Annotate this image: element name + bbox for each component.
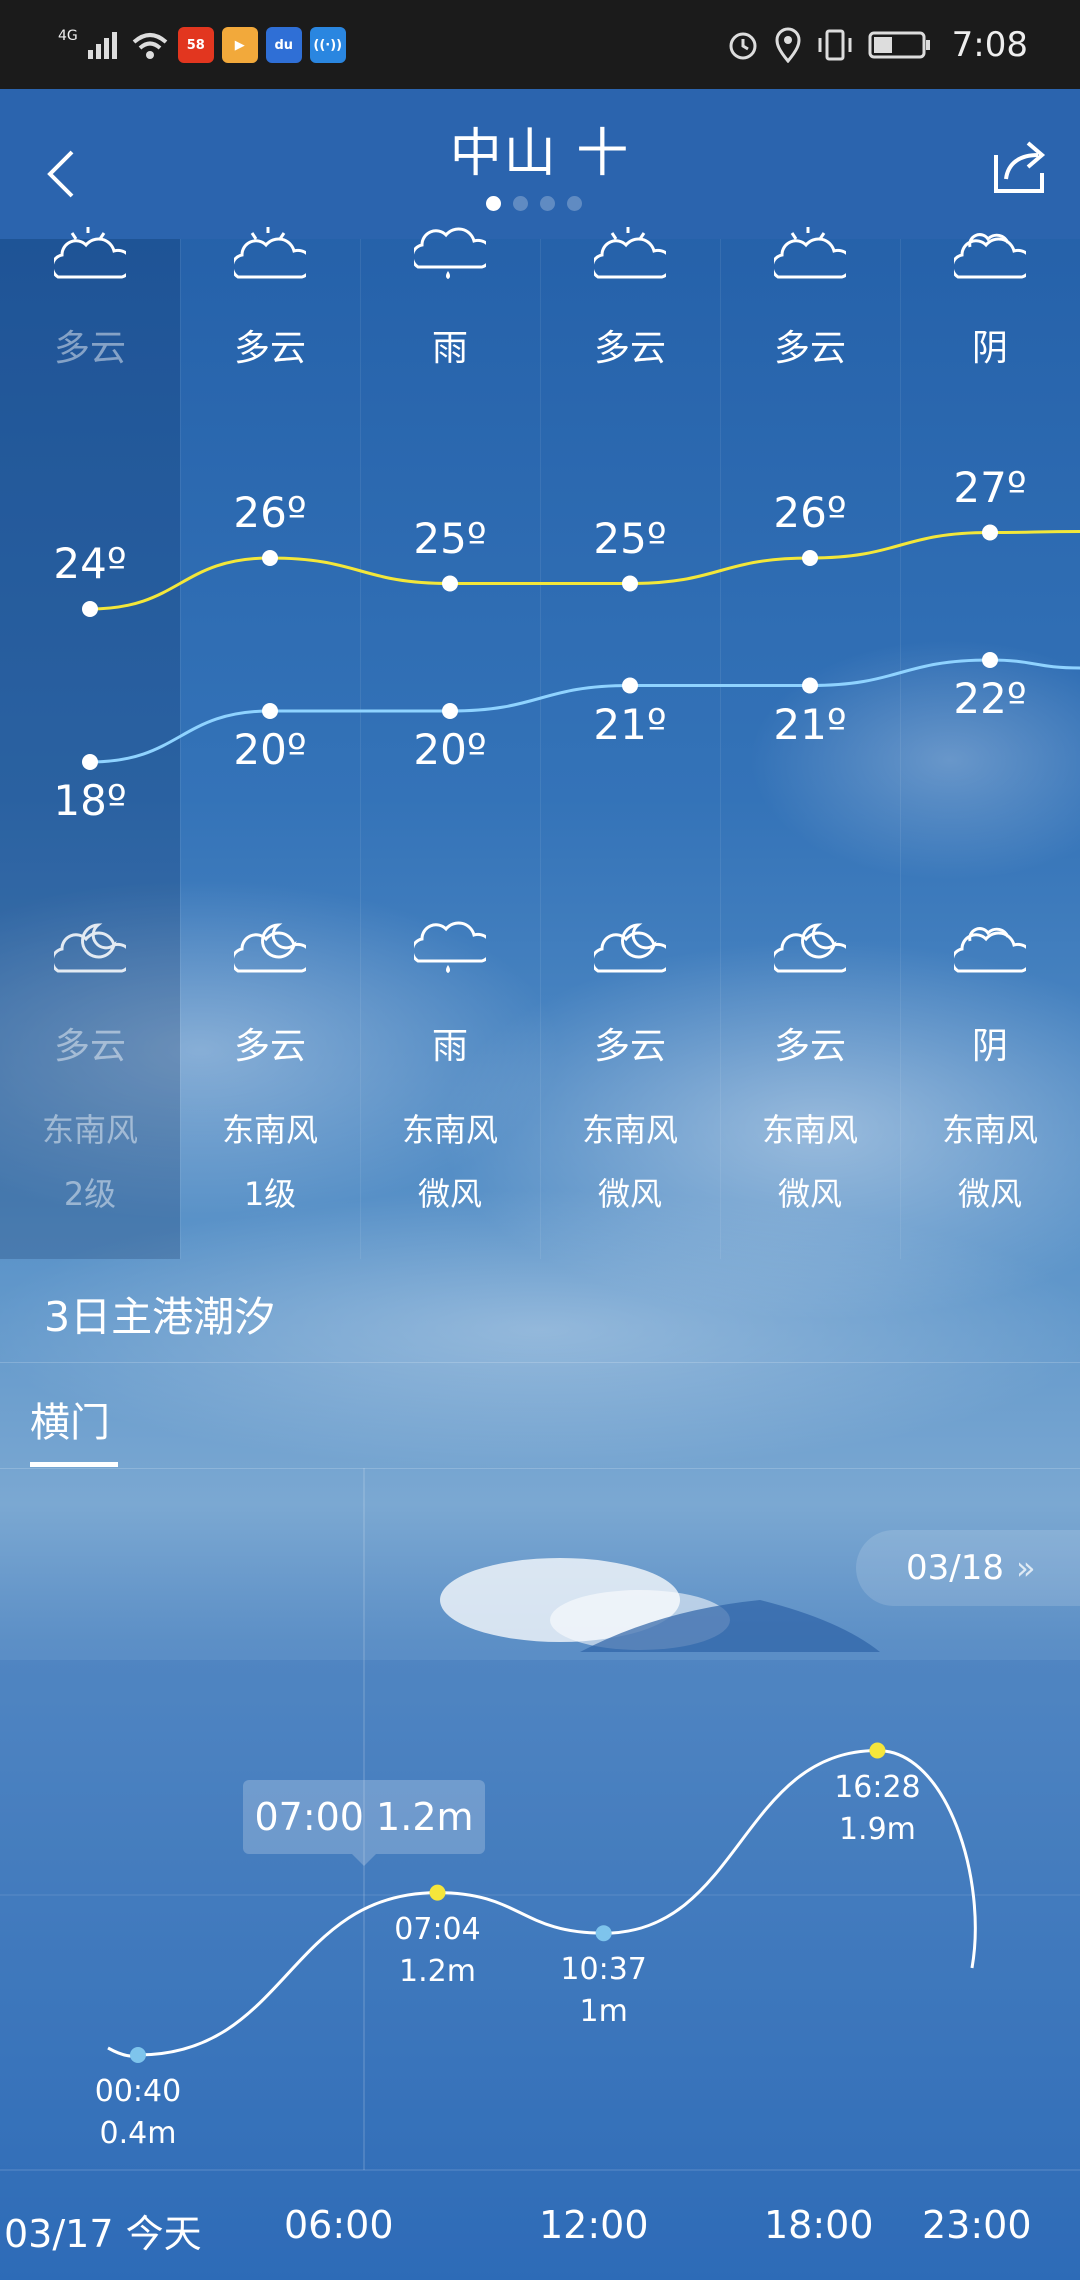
tide-point-label: 10:37 1m [534, 1949, 674, 2033]
tide-time: 16:28 [834, 1769, 921, 1805]
tooltip-pointer [352, 1854, 376, 1866]
tide-axis-label: 06:00 [284, 2203, 394, 2247]
tide-height: 1.2m [399, 1953, 476, 1989]
tide-time: 07:04 [394, 1911, 481, 1947]
tide-tooltip: 07:00 1.2m [243, 1780, 485, 1854]
tide-low-marker [129, 2047, 146, 2063]
tide-axis-label: 18:00 [764, 2203, 874, 2247]
tide-time: 10:37 [560, 1952, 647, 1988]
tide-low-marker [595, 1925, 612, 1942]
tide-high-marker [869, 1742, 886, 1759]
tide-axis-label: 03/17 今天 [4, 2212, 202, 2256]
tide-point-label: 07:04 1.2m [368, 1909, 508, 1993]
tide-chart [0, 1468, 1080, 2171]
tide-time: 00:40 [94, 2074, 182, 2109]
tide-point-label: 00:40 0.4m [68, 2071, 208, 2155]
tide-height: 1m [579, 1994, 628, 2030]
tide-height: 0.4m [99, 2116, 177, 2151]
tide-axis-label: 12:00 [539, 2203, 649, 2247]
tide-height: 1.9m [838, 1811, 916, 1847]
tide-axis-label: 23:00 [922, 2203, 1032, 2247]
tide-point-label: 16:28 1.9m [807, 1767, 947, 1851]
tide-high-marker [429, 1884, 446, 1901]
